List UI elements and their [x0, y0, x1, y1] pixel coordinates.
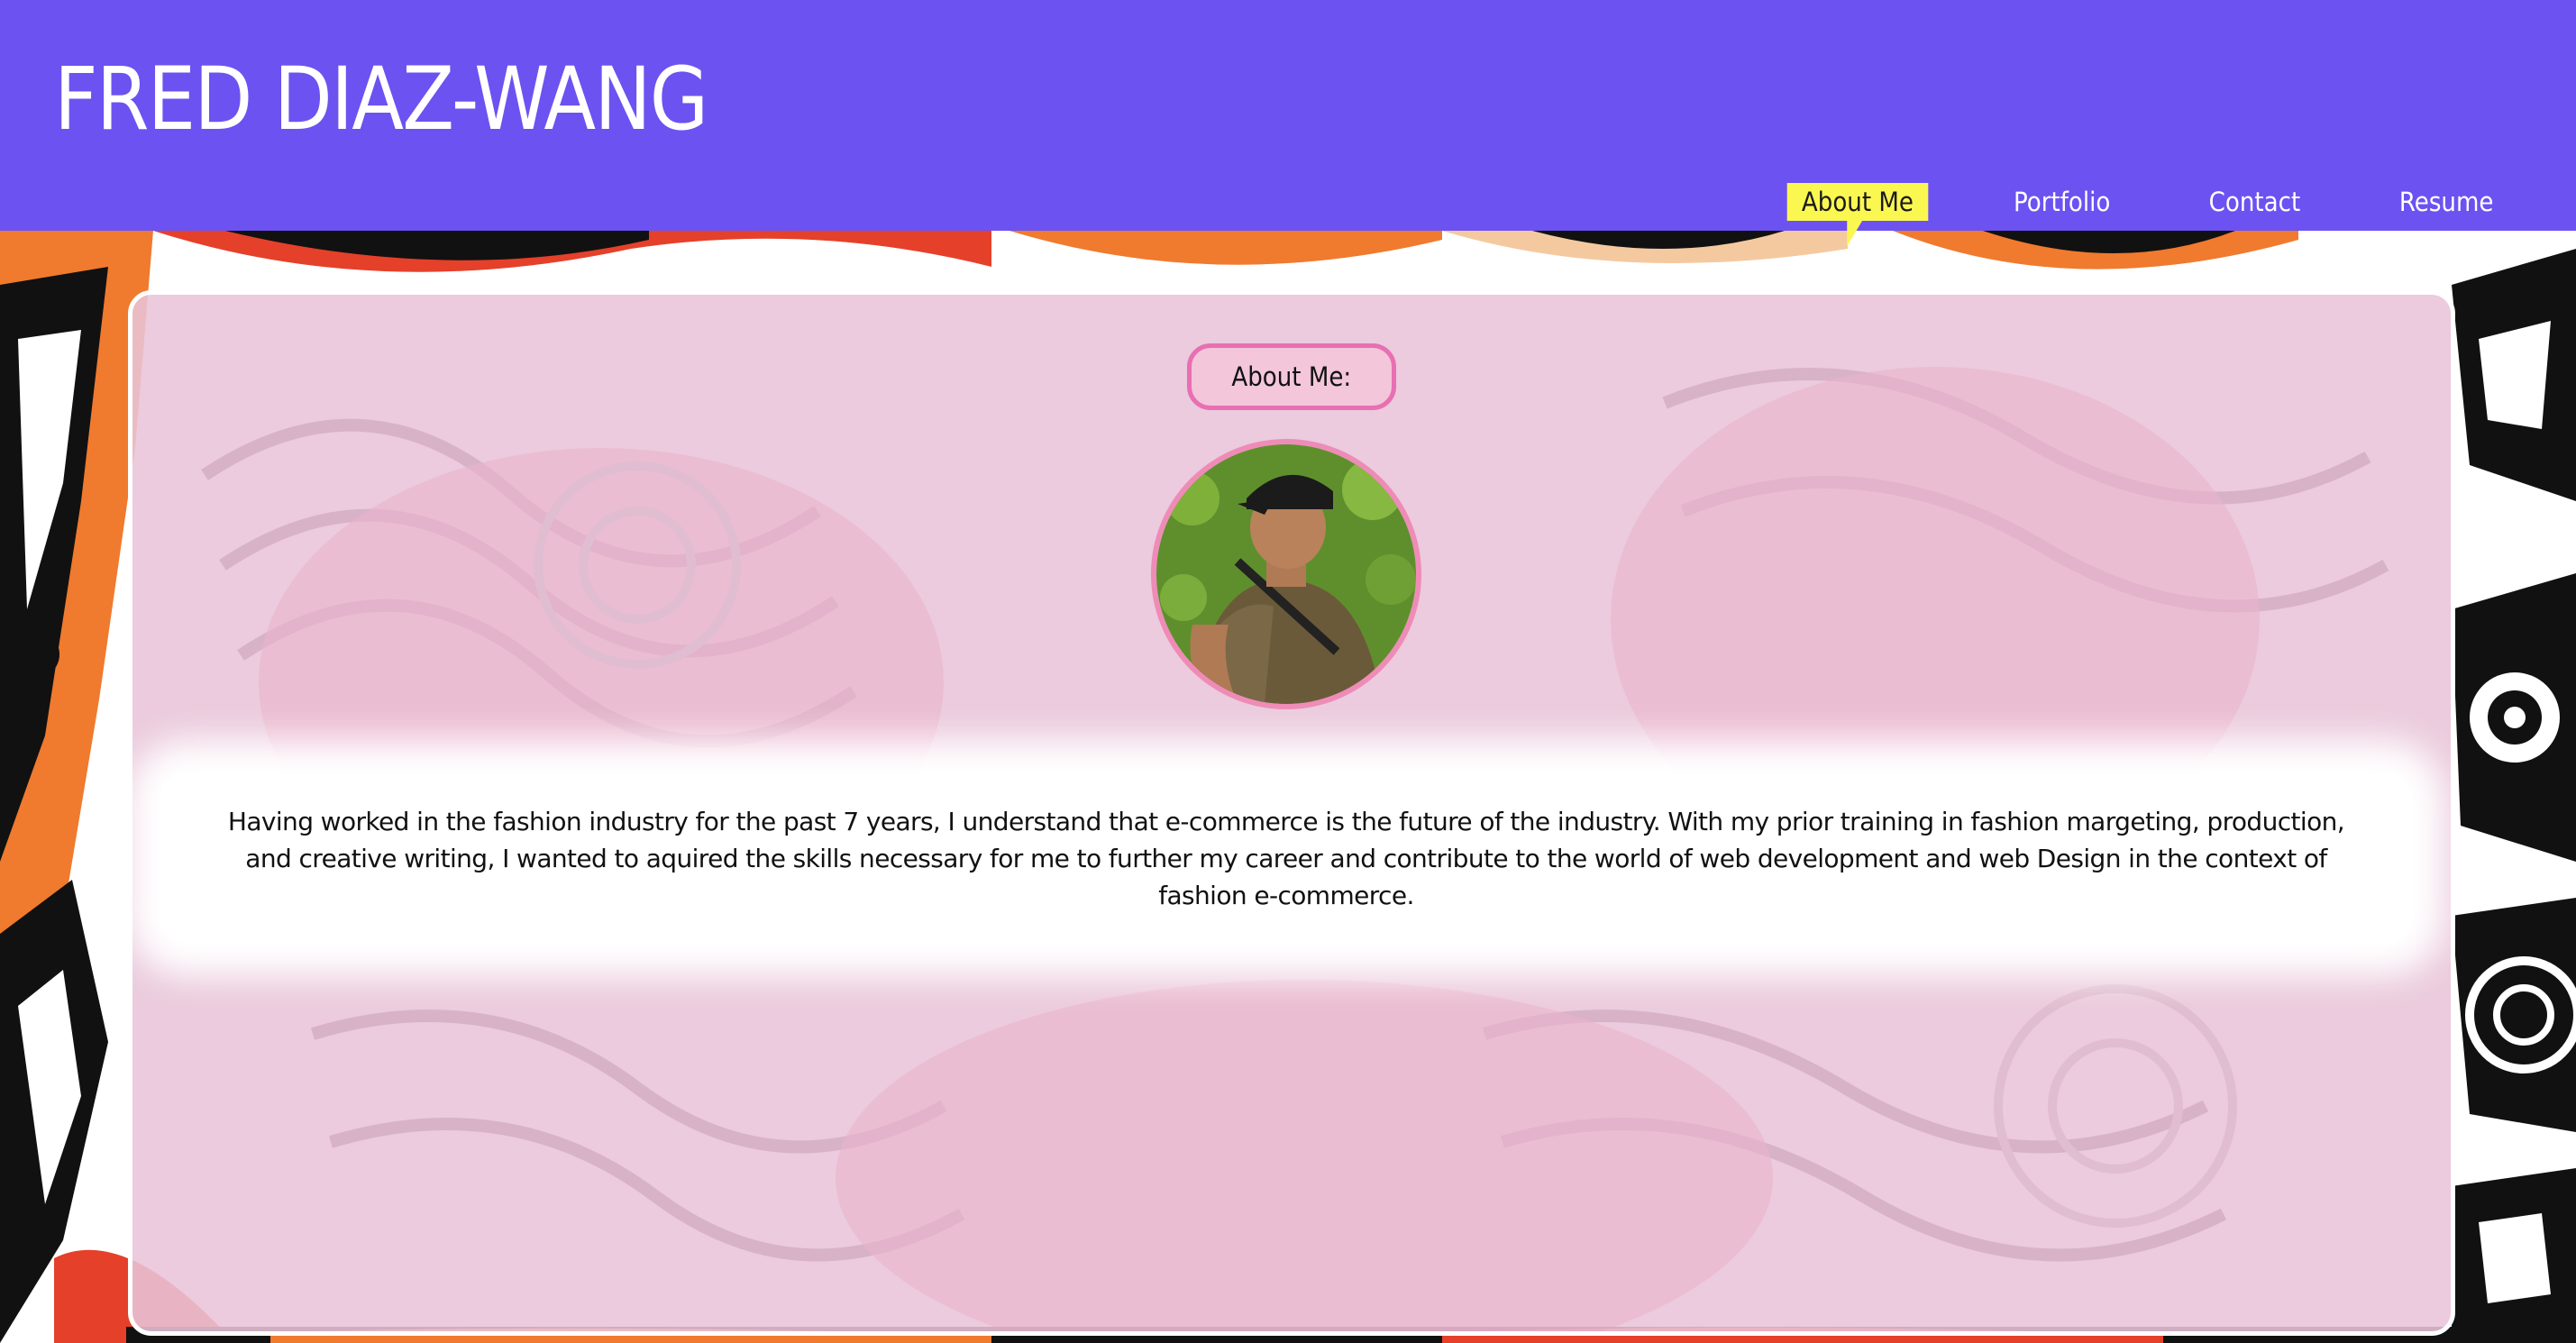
- nav-item-about-me[interactable]: About Me: [1786, 183, 1928, 246]
- page: FRED DIAZ-WANG About Me Portfolio Contac…: [0, 0, 2576, 1343]
- site-header: FRED DIAZ-WANG About Me Portfolio Contac…: [0, 0, 2576, 246]
- profile-photo-icon: [1156, 444, 1416, 704]
- section-title-pill: About Me:: [1187, 343, 1396, 410]
- nav-item-contact[interactable]: Contact: [2194, 183, 2315, 221]
- main-nav: About Me Portfolio Contact Resume: [1723, 182, 2515, 246]
- about-paragraph: Having worked in the fashion industry fo…: [227, 806, 2345, 910]
- nav-item-portfolio[interactable]: Portfolio: [1998, 183, 2124, 221]
- about-card: About Me: Having worked in the fashion i…: [128, 290, 2455, 1336]
- about-text-box: Having worked in the fashion industry fo…: [160, 772, 2413, 944]
- nav-item-resume[interactable]: Resume: [2384, 183, 2507, 221]
- section-title: About Me:: [1231, 361, 1352, 392]
- site-title: FRED DIAZ-WANG: [54, 49, 708, 150]
- profile-avatar: [1151, 439, 1421, 709]
